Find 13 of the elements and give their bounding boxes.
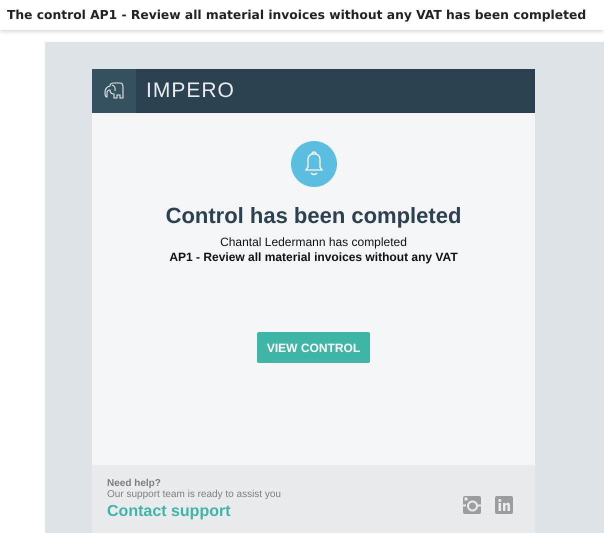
contact-support-link[interactable]: Contact support xyxy=(107,502,281,520)
email-heading: Control has been completed xyxy=(166,203,462,229)
completion-text: Chantal Ledermann has completed xyxy=(220,235,407,249)
brand-name: IMPERO xyxy=(146,79,235,103)
camera-icon[interactable] xyxy=(463,496,481,514)
view-control-button[interactable]: VIEW CONTROL xyxy=(257,332,370,363)
help-title: Need help? xyxy=(107,478,162,488)
control-name: AP1 - Review all material invoices without any VAT xyxy=(169,250,458,264)
linkedin-icon[interactable] xyxy=(495,496,513,514)
help-subtitle: Our support team is ready to assist you xyxy=(107,488,281,500)
bell-icon xyxy=(290,141,336,187)
email-subject: The control AP1 - Review all material invoices without any VAT has been completed xyxy=(7,8,586,22)
elephant-icon xyxy=(104,82,124,100)
